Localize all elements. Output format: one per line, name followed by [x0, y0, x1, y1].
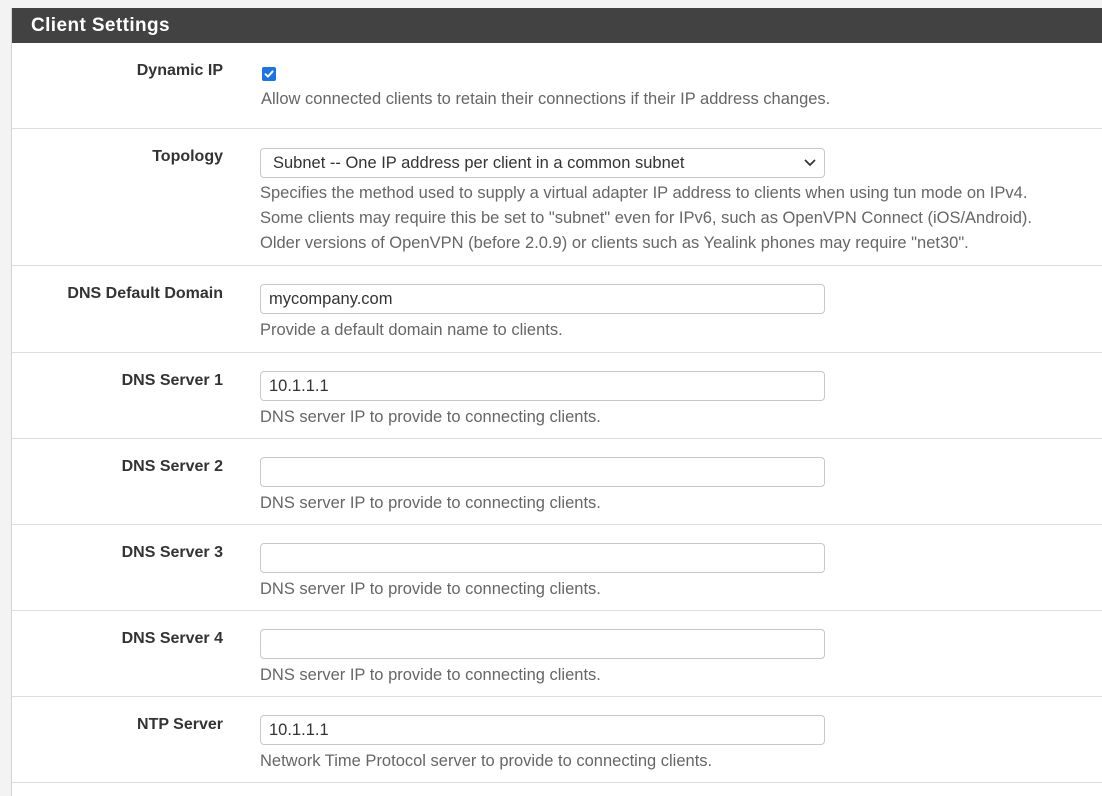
topology-label: Topology	[152, 148, 223, 166]
dns-server-1-label: DNS Server 1	[122, 372, 223, 390]
dns-server-1-help: DNS server IP to provide to connecting c…	[260, 405, 1102, 430]
dns-server-2-help: DNS server IP to provide to connecting c…	[260, 491, 1102, 516]
dns-server-3-help: DNS server IP to provide to connecting c…	[260, 577, 1102, 602]
ntp-server-help: Network Time Protocol server to provide …	[260, 749, 1102, 774]
topology-selected-value: Subnet -- One IP address per client in a…	[273, 154, 685, 172]
chevron-down-icon	[804, 159, 816, 167]
dynamic-ip-label: Dynamic IP	[137, 62, 223, 80]
dns-default-domain-field: Provide a default domain name to clients…	[260, 284, 1102, 343]
topology-help-line-2: Some clients may require this be set to …	[260, 206, 1102, 231]
dns-server-4-input[interactable]	[260, 629, 825, 659]
topology-help-line-1: Specifies the method used to supply a vi…	[260, 181, 1102, 206]
dns-server-3-input[interactable]	[260, 543, 825, 573]
ntp-server-label: NTP Server	[137, 716, 223, 734]
dns-server-1-row: DNS Server 1 DNS server IP to provide to…	[12, 353, 1102, 439]
dns-server-2-field: DNS server IP to provide to connecting c…	[260, 457, 1102, 516]
ntp-server-field: Network Time Protocol server to provide …	[260, 715, 1102, 774]
topology-row: Topology Subnet -- One IP address per cl…	[12, 129, 1102, 266]
dns-default-domain-help: Provide a default domain name to clients…	[260, 318, 1102, 343]
dns-server-3-label: DNS Server 3	[122, 544, 223, 562]
dynamic-ip-row: Dynamic IP Allow connected clients to re…	[12, 43, 1102, 129]
dns-server-3-field: DNS server IP to provide to connecting c…	[260, 543, 1102, 602]
ntp-server-row: NTP Server Network Time Protocol server …	[12, 697, 1102, 783]
panel-title: Client Settings	[12, 8, 1102, 43]
dns-server-4-row: DNS Server 4 DNS server IP to provide to…	[12, 611, 1102, 697]
dynamic-ip-help: Allow connected clients to retain their …	[261, 87, 1102, 112]
dns-default-domain-row: DNS Default Domain Provide a default dom…	[12, 266, 1102, 353]
dns-server-2-row: DNS Server 2 DNS server IP to provide to…	[12, 439, 1102, 525]
dynamic-ip-checkbox[interactable]	[262, 67, 276, 81]
client-settings-panel: Client Settings Dynamic IP Allow connect…	[11, 8, 1102, 796]
checkmark-icon	[263, 68, 275, 80]
ntp-server-input[interactable]	[260, 715, 825, 745]
dns-server-2-label: DNS Server 2	[122, 458, 223, 476]
dns-server-4-field: DNS server IP to provide to connecting c…	[260, 629, 1102, 688]
dns-server-1-field: DNS server IP to provide to connecting c…	[260, 371, 1102, 430]
dns-default-domain-input[interactable]	[260, 284, 825, 314]
dns-server-2-input[interactable]	[260, 457, 825, 487]
dns-server-4-label: DNS Server 4	[122, 630, 223, 648]
dns-server-4-help: DNS server IP to provide to connecting c…	[260, 663, 1102, 688]
dns-default-domain-label: DNS Default Domain	[67, 285, 223, 303]
dns-server-3-row: DNS Server 3 DNS server IP to provide to…	[12, 525, 1102, 611]
topology-field: Subnet -- One IP address per client in a…	[260, 148, 1102, 256]
topology-help: Specifies the method used to supply a vi…	[260, 181, 1102, 256]
dns-server-1-input[interactable]	[260, 371, 825, 401]
topology-help-line-3: Older versions of OpenVPN (before 2.0.9)…	[260, 231, 1102, 256]
topology-select[interactable]: Subnet -- One IP address per client in a…	[260, 148, 825, 178]
dynamic-ip-field: Allow connected clients to retain their …	[260, 65, 1102, 112]
